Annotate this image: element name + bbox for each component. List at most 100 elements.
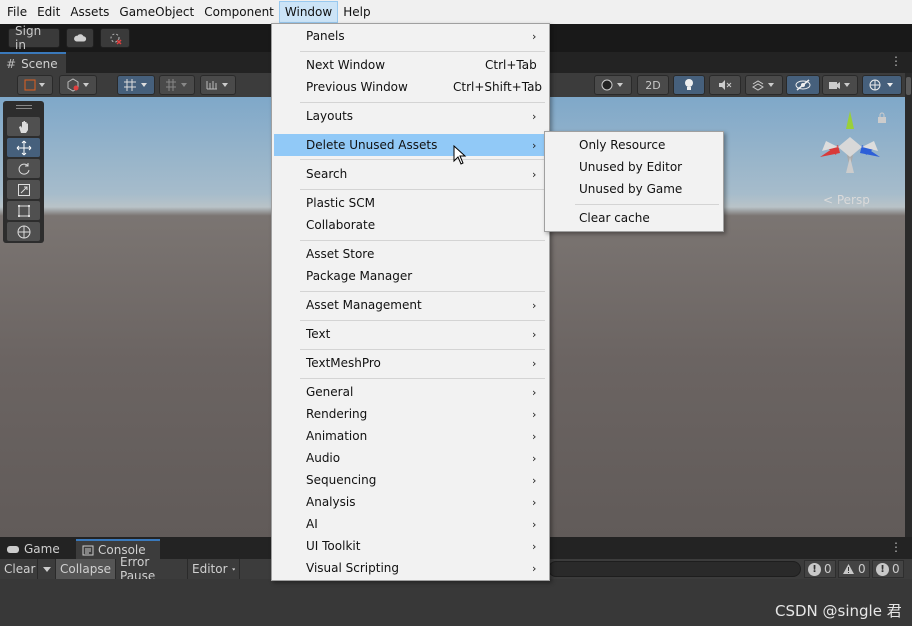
menu-item-animation[interactable]: Animation › bbox=[274, 425, 547, 447]
increment-snap-dropdown[interactable] bbox=[159, 75, 195, 95]
panel-grip[interactable] bbox=[16, 105, 32, 109]
hidden-objects-toggle[interactable] bbox=[786, 75, 820, 95]
menu-item-label: Asset Store bbox=[306, 247, 375, 261]
submenu-item-label: Unused by Game bbox=[579, 182, 683, 196]
tab-scene[interactable]: # Scene bbox=[0, 52, 66, 73]
grid-snap-button[interactable] bbox=[117, 75, 155, 95]
menu-item-ai[interactable]: AI › bbox=[274, 513, 547, 535]
menu-item-package-manager[interactable]: Package Manager bbox=[274, 265, 547, 287]
info-count: 0 bbox=[824, 562, 832, 576]
error-count-toggle[interactable]: ! 0 bbox=[872, 560, 904, 578]
persp-label[interactable]: < Persp bbox=[823, 193, 870, 207]
submenu-item-clear-cache[interactable]: Clear cache bbox=[547, 207, 721, 229]
move-tool-button[interactable] bbox=[7, 138, 40, 157]
collapse-button[interactable]: Collapse bbox=[56, 559, 116, 579]
menu-item-ui-toolkit[interactable]: UI Toolkit › bbox=[274, 535, 547, 557]
lightbulb-icon bbox=[685, 79, 693, 90]
menu-item-next-window[interactable]: Next Window Ctrl+Tab bbox=[274, 54, 547, 76]
info-count-toggle[interactable]: ! 0 bbox=[804, 560, 836, 578]
delete-unused-assets-submenu: Only Resource Unused by Editor Unused by… bbox=[544, 131, 724, 232]
submenu-item-only-resource[interactable]: Only Resource bbox=[547, 134, 721, 156]
watermark-text: CSDN @single 君 bbox=[775, 602, 902, 620]
menu-item-previous-window[interactable]: Previous Window Ctrl+Shift+Tab bbox=[274, 76, 547, 98]
menu-item-textmeshpro[interactable]: TextMeshPro › bbox=[274, 352, 547, 374]
rect-tool-button[interactable] bbox=[7, 201, 40, 220]
chevron-right-icon: › bbox=[532, 539, 537, 553]
menu-assets[interactable]: Assets bbox=[65, 1, 114, 23]
console-search-input[interactable] bbox=[548, 561, 801, 577]
rect-transform-icon bbox=[17, 204, 30, 217]
scene-scrollbar[interactable] bbox=[905, 73, 912, 537]
menu-separator bbox=[300, 159, 545, 160]
menu-item-shortcut: Ctrl+Shift+Tab bbox=[453, 80, 543, 94]
collab-button[interactable] bbox=[100, 28, 130, 48]
scene-options-icon[interactable]: ⋮ bbox=[890, 54, 902, 68]
tab-game[interactable]: Game bbox=[0, 539, 66, 559]
hand-tool-button[interactable] bbox=[7, 117, 40, 136]
menu-item-asset-management[interactable]: Asset Management › bbox=[274, 294, 547, 316]
scrollbar-thumb[interactable] bbox=[906, 77, 911, 95]
error-pause-button[interactable]: Error Pause bbox=[116, 555, 188, 583]
warning-count-toggle[interactable]: 0 bbox=[838, 560, 870, 578]
chevron-down-icon bbox=[231, 567, 235, 571]
menu-file[interactable]: File bbox=[2, 1, 32, 23]
orientation-gizmo[interactable] bbox=[806, 107, 896, 187]
menu-gameobject[interactable]: GameObject bbox=[114, 1, 199, 23]
menu-item-visual-scripting[interactable]: Visual Scripting › bbox=[274, 557, 547, 579]
draw-mode-dropdown[interactable] bbox=[17, 75, 53, 95]
menu-item-delete-unused-assets[interactable]: Delete Unused Assets › bbox=[274, 134, 547, 156]
ruler-dropdown[interactable] bbox=[200, 75, 236, 95]
effects-dropdown[interactable] bbox=[745, 75, 783, 95]
menu-item-shortcut: Ctrl+Tab bbox=[485, 58, 537, 72]
rotate-tool-button[interactable] bbox=[7, 159, 40, 178]
clear-options-dropdown[interactable] bbox=[38, 559, 56, 579]
cube-icon bbox=[67, 78, 89, 92]
transform-tool-button[interactable] bbox=[7, 222, 40, 241]
gizmos-dropdown[interactable] bbox=[862, 75, 902, 95]
console-options-icon[interactable]: ⋮ bbox=[890, 540, 902, 554]
menu-item-label: Package Manager bbox=[306, 269, 413, 283]
transform-icon bbox=[17, 225, 30, 238]
cube-dropdown[interactable] bbox=[59, 75, 97, 95]
camera-dropdown[interactable] bbox=[822, 75, 858, 95]
menu-item-sequencing[interactable]: Sequencing › bbox=[274, 469, 547, 491]
chevron-down-icon bbox=[42, 566, 51, 572]
menu-item-collaborate[interactable]: Collaborate bbox=[274, 214, 547, 236]
menu-item-audio[interactable]: Audio › bbox=[274, 447, 547, 469]
menu-item-search[interactable]: Search › bbox=[274, 163, 547, 185]
menu-window[interactable]: Window bbox=[278, 1, 339, 23]
menu-separator bbox=[300, 189, 545, 190]
menu-help[interactable]: Help bbox=[338, 1, 375, 23]
chevron-right-icon: › bbox=[532, 407, 537, 421]
menu-separator bbox=[300, 349, 545, 350]
menu-item-general[interactable]: General › bbox=[274, 381, 547, 403]
menu-item-layouts[interactable]: Layouts › bbox=[274, 105, 547, 127]
toggle-2d-button[interactable]: 2D bbox=[637, 75, 669, 95]
console-icon bbox=[82, 545, 94, 555]
clear-button[interactable]: Clear bbox=[0, 559, 38, 579]
menu-component[interactable]: Component bbox=[199, 1, 279, 23]
menu-item-plastic-scm[interactable]: Plastic SCM bbox=[274, 192, 547, 214]
menu-edit[interactable]: Edit bbox=[32, 1, 65, 23]
info-icon: ! bbox=[808, 562, 821, 576]
gizmos-icon bbox=[869, 79, 893, 91]
rotate-icon bbox=[18, 162, 29, 175]
lighting-toggle[interactable] bbox=[673, 75, 705, 95]
menu-item-label: Sequencing bbox=[306, 473, 377, 487]
scale-tool-button[interactable] bbox=[7, 180, 40, 199]
menu-item-rendering[interactable]: Rendering › bbox=[274, 403, 547, 425]
error-count: 0 bbox=[892, 562, 900, 576]
sign-in-button[interactable]: Sign in bbox=[8, 24, 60, 52]
menu-item-analysis[interactable]: Analysis › bbox=[274, 491, 547, 513]
menu-item-text[interactable]: Text › bbox=[274, 323, 547, 345]
menu-item-panels[interactable]: Panels › bbox=[274, 25, 547, 47]
submenu-item-unused-by-game[interactable]: Unused by Game bbox=[547, 178, 721, 200]
editor-dropdown[interactable]: Editor bbox=[188, 559, 240, 579]
audio-toggle[interactable] bbox=[709, 75, 741, 95]
shading-dropdown[interactable] bbox=[594, 75, 632, 95]
menu-item-asset-store[interactable]: Asset Store bbox=[274, 243, 547, 265]
tab-scene-label: Scene bbox=[21, 56, 58, 71]
chevron-right-icon: › bbox=[532, 429, 537, 443]
submenu-item-unused-by-editor[interactable]: Unused by Editor bbox=[547, 156, 721, 178]
cloud-button[interactable] bbox=[66, 28, 94, 48]
